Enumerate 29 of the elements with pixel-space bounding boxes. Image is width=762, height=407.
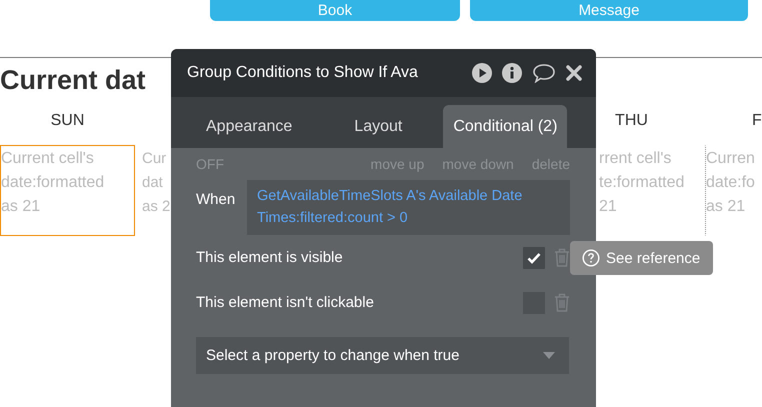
property-label: This element isn't clickable [196, 294, 375, 311]
property-dropdown[interactable]: Select a property to change when true [196, 337, 569, 374]
day-label: THU [615, 112, 648, 129]
panel-tab[interactable]: Conditional (2) [443, 105, 568, 148]
help-icon [582, 249, 600, 267]
play-icon[interactable] [472, 63, 492, 83]
caret-icon [543, 352, 555, 359]
day-label: F [752, 112, 762, 129]
panel-tab[interactable]: Appearance [185, 105, 314, 148]
info-icon[interactable] [502, 63, 522, 83]
comment-icon[interactable] [532, 63, 556, 83]
see-reference-tooltip[interactable]: See reference [570, 241, 713, 275]
check-icon [527, 252, 541, 264]
cell-date-text: Cur dat as 2 [142, 149, 170, 217]
property-label: This element is visible [196, 249, 344, 266]
close-icon[interactable] [566, 65, 582, 81]
condition-expression[interactable]: GetAvailableTimeSlots A's Available Date Times:filtered:count > 0 [247, 180, 570, 235]
calendar-cell[interactable]: Current cell's date:formatted as 21 [0, 145, 135, 236]
page-heading: Current dat [0, 64, 146, 97]
panel-tab[interactable]: Layout [333, 105, 424, 148]
day-label: SUN [50, 112, 84, 129]
checkbox[interactable] [523, 246, 545, 268]
page-button[interactable]: Message [470, 0, 748, 21]
page-button[interactable]: Book [210, 0, 460, 21]
cell-date-text: Curren date:fo as 21 [706, 149, 755, 217]
cell-date-text: rrent cell's te:formatted 21 [599, 149, 684, 217]
when-label: When [196, 190, 236, 208]
cell-date-text: Current cell's date:formatted as 21 [1, 149, 104, 217]
panel-title: Group Conditions to Show If Ava [187, 64, 419, 82]
